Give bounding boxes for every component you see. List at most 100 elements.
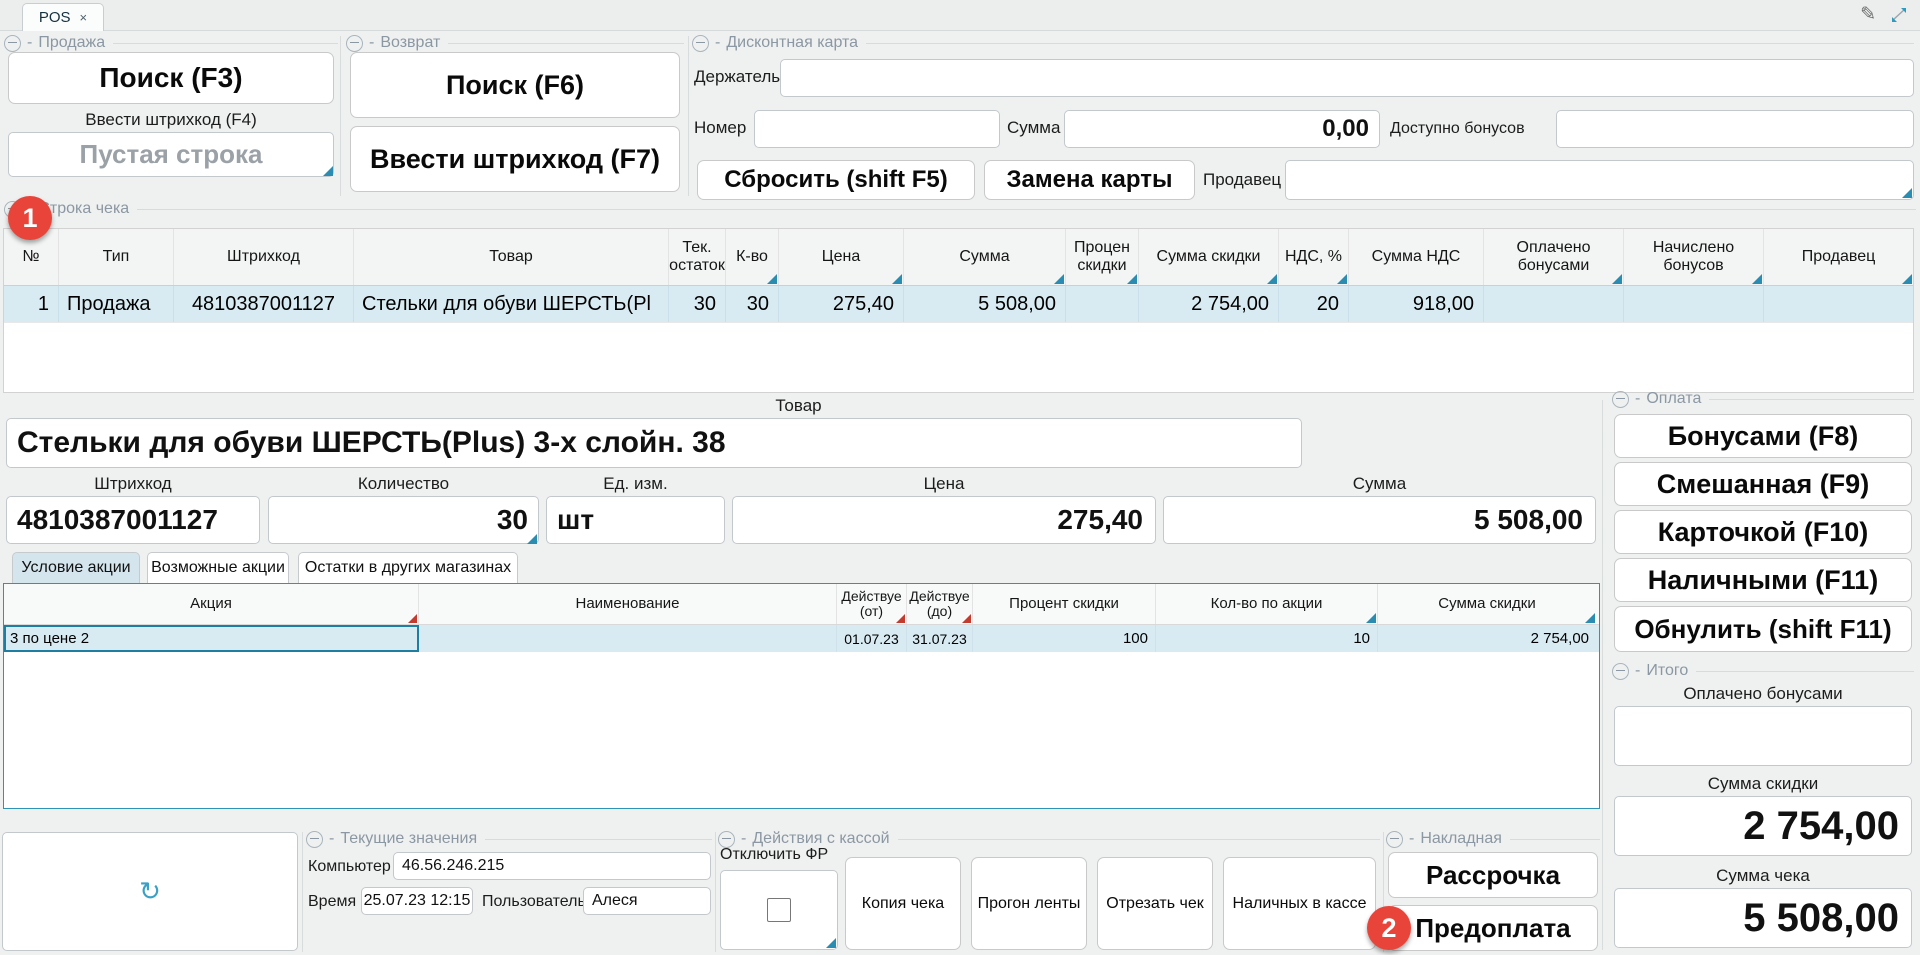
cell-promo-qty: 10: [1156, 625, 1378, 652]
product-section-label: Товар: [0, 396, 1597, 416]
col-vat-pct[interactable]: НДС, %: [1279, 229, 1349, 285]
collapse-icon[interactable]: [4, 35, 21, 52]
receipt-copy-button[interactable]: Копия чека: [845, 857, 961, 950]
promo-table: Акция Наименование Действуе (от) Действу…: [3, 583, 1600, 809]
tab-promo-conditions[interactable]: Условие акции: [12, 552, 140, 583]
receipt-sum-field[interactable]: 5 508,00: [1614, 888, 1912, 948]
product-qty-field[interactable]: 30: [268, 496, 539, 544]
holder-field[interactable]: [780, 59, 1914, 97]
collapse-icon[interactable]: [1386, 831, 1403, 848]
collapse-icon[interactable]: [1612, 391, 1629, 408]
payment-group-title: Оплата: [1646, 390, 1701, 408]
sale-search-button[interactable]: Поиск (F3): [8, 52, 334, 104]
seller-label: Продавец: [1203, 170, 1281, 190]
cell-name: [419, 625, 837, 652]
amount-field[interactable]: 0,00: [1064, 110, 1380, 148]
disable-fr-checkbox[interactable]: [767, 898, 791, 922]
promo-row[interactable]: 3 по цене 2 01.07.23 31.07.23 100 10 2 7…: [4, 625, 1599, 652]
sale-barcode-input[interactable]: [8, 132, 334, 177]
user-label: Пользователь: [482, 893, 586, 911]
product-price-field[interactable]: 275,40: [732, 496, 1156, 544]
prepayment-button[interactable]: Предоплата: [1388, 905, 1598, 951]
refund-search-button[interactable]: Поиск (F6): [350, 52, 680, 118]
paid-bonus-field[interactable]: [1614, 706, 1912, 766]
close-icon[interactable]: ×: [80, 10, 88, 25]
product-sum-field[interactable]: 5 508,00: [1163, 496, 1596, 544]
collapse-icon[interactable]: [346, 35, 363, 52]
pay-mixed-button[interactable]: Смешанная (F9): [1614, 462, 1912, 506]
col-promo-qty[interactable]: Кол-во по акции: [1156, 584, 1378, 624]
collapse-icon[interactable]: [718, 831, 735, 848]
receipt-sum-label: Сумма чека: [1612, 866, 1914, 886]
sale-barcode-label: Ввести штрихкод (F4): [4, 110, 338, 130]
col-price[interactable]: Цена: [779, 229, 904, 285]
reset-card-button[interactable]: Сбросить (shift F5): [697, 160, 975, 200]
col-valid-to[interactable]: Действуе (до): [907, 584, 973, 624]
sort-icon: [1612, 274, 1622, 284]
product-unit-field[interactable]: шт: [546, 496, 725, 544]
cell-stock: 30: [669, 286, 726, 322]
cut-receipt-button[interactable]: Отрезать чек: [1097, 857, 1213, 950]
collapse-icon[interactable]: [306, 831, 323, 848]
refresh-panel[interactable]: ↻: [2, 832, 298, 951]
cell-discount-pct: [1066, 286, 1139, 322]
col-barcode[interactable]: Штрихкод: [174, 229, 354, 285]
col-paid-bonus[interactable]: Оплачено бонусами: [1484, 229, 1624, 285]
pay-cash-button[interactable]: Наличными (F11): [1614, 558, 1912, 602]
tab-pos[interactable]: POS ×: [22, 3, 104, 31]
col-discount-percent[interactable]: Процент скидки: [973, 584, 1156, 624]
available-bonus-field[interactable]: [1556, 110, 1914, 148]
cell-promo[interactable]: 3 по цене 2: [4, 625, 419, 652]
tab-possible-promos[interactable]: Возможные акции: [147, 552, 289, 583]
col-discount-pct[interactable]: Процен скидки: [1066, 229, 1139, 285]
time-field[interactable]: 25.07.23 12:15: [361, 887, 473, 915]
tape-run-button[interactable]: Прогон ленты: [971, 857, 1087, 950]
col-discount-sum[interactable]: Сумма скидки: [1139, 229, 1279, 285]
receipt-row[interactable]: 1 Продажа 4810387001127 Стельки для обув…: [4, 286, 1913, 323]
pay-bonus-button[interactable]: Бонусами (F8): [1614, 414, 1912, 458]
expand-icon[interactable]: [1888, 5, 1910, 25]
reset-payment-button[interactable]: Обнулить (shift F11): [1614, 606, 1912, 652]
seller-field[interactable]: [1285, 160, 1914, 200]
col-seller[interactable]: Продавец: [1764, 229, 1913, 285]
refresh-icon[interactable]: ↻: [139, 876, 161, 907]
invoice-group-title: Накладная: [1420, 830, 1502, 848]
sort-icon: [408, 614, 417, 623]
col-stock[interactable]: Тек. остаток: [669, 229, 726, 285]
pay-card-button[interactable]: Карточкой (F10): [1614, 510, 1912, 554]
tab-other-stores-stock[interactable]: Остатки в других магазинах: [298, 552, 518, 583]
cell-valid-to: 31.07.23: [907, 625, 973, 652]
col-type[interactable]: Тип: [59, 229, 174, 285]
product-name-field[interactable]: Стельки для обуви ШЕРСТЬ(Plus) 3-х слойн…: [6, 418, 1302, 468]
col-promo-discount-sum[interactable]: Сумма скидки: [1378, 584, 1596, 624]
refund-group: - Возврат Поиск (F6) Ввести штрихкод (F7…: [346, 34, 684, 196]
col-qty[interactable]: К-во: [726, 229, 779, 285]
col-name[interactable]: Наименование: [419, 584, 837, 624]
holder-label: Держатель: [694, 67, 780, 87]
number-field[interactable]: [754, 110, 1000, 148]
divider: [340, 36, 341, 196]
computer-field[interactable]: 46.56.246.215: [393, 852, 711, 880]
available-bonus-label: Доступно бонусов: [1390, 120, 1525, 138]
col-product[interactable]: Товар: [354, 229, 669, 285]
cash-in-register-button[interactable]: Наличных в кассе: [1223, 857, 1376, 950]
col-sum[interactable]: Сумма: [904, 229, 1066, 285]
sort-icon: [962, 614, 971, 623]
refund-group-title: Возврат: [380, 34, 440, 52]
product-barcode-field[interactable]: 4810387001127: [6, 496, 260, 544]
refund-barcode-button[interactable]: Ввести штрихкод (F7): [350, 126, 680, 192]
edit-icon[interactable]: ✎: [1860, 3, 1876, 26]
col-promo[interactable]: Акция: [4, 584, 419, 624]
replace-card-button[interactable]: Замена карты: [984, 160, 1195, 200]
user-field[interactable]: Алеся: [583, 887, 711, 915]
installment-button[interactable]: Рассрочка: [1388, 852, 1598, 898]
collapse-icon[interactable]: [1612, 663, 1629, 680]
col-valid-from[interactable]: Действуе (от): [837, 584, 907, 624]
cell-vat-pct: 20: [1279, 286, 1349, 322]
collapse-icon[interactable]: [692, 35, 709, 52]
col-accrued-bonus[interactable]: Начислено бонусов: [1624, 229, 1764, 285]
product-barcode-label: Штрихкод: [6, 474, 260, 494]
total-discount-field[interactable]: 2 754,00: [1614, 796, 1912, 856]
total-group-header: - Итого: [1612, 662, 1914, 680]
col-vat-sum[interactable]: Сумма НДС: [1349, 229, 1484, 285]
